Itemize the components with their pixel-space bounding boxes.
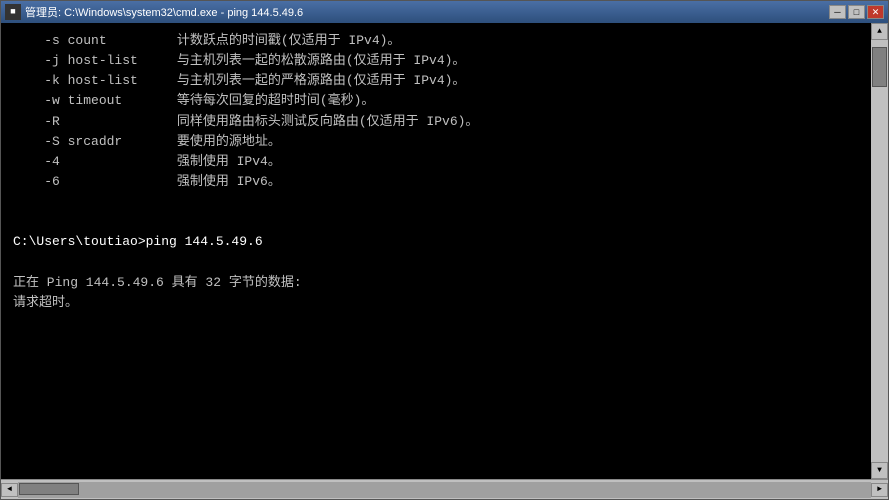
scroll-left-button[interactable]: ◄ (1, 483, 18, 497)
window-title: 管理员: C:\Windows\system32\cmd.exe - ping … (25, 4, 303, 20)
h-scroll-thumb[interactable] (19, 483, 79, 495)
scroll-right-button[interactable]: ► (871, 483, 888, 497)
h-scroll-track[interactable] (18, 482, 871, 498)
cmd-line: -6 强制使用 IPv6。 (13, 172, 859, 192)
title-bar-left: ■ 管理员: C:\Windows\system32\cmd.exe - pin… (5, 4, 303, 20)
cmd-line: -S srcaddr 要使用的源地址。 (13, 132, 859, 152)
scroll-thumb[interactable] (872, 47, 887, 87)
title-bar-buttons: ─ □ ✕ (829, 5, 884, 19)
vertical-scrollbar[interactable]: ▲ ▼ (871, 23, 888, 479)
cmd-line: -R 同样使用路由标头测试反向路由(仅适用于 IPv6)。 (13, 112, 859, 132)
maximize-button[interactable]: □ (848, 5, 865, 19)
cmd-line: -s count 计数跃点的时间戳(仅适用于 IPv4)。 (13, 31, 859, 51)
empty-line (13, 192, 859, 212)
terminal-body: -s count 计数跃点的时间戳(仅适用于 IPv4)。 -j host-li… (1, 23, 888, 479)
close-button[interactable]: ✕ (867, 5, 884, 19)
timeout-line: 请求超时。 (13, 293, 859, 313)
scroll-up-button[interactable]: ▲ (871, 23, 888, 40)
horizontal-scrollbar-bar: ◄ ► (1, 479, 888, 499)
info-line: 正在 Ping 144.5.49.6 具有 32 字节的数据: (13, 273, 859, 293)
cmd-line: -k host-list 与主机列表一起的严格源路由(仅适用于 IPv4)。 (13, 71, 859, 91)
minimize-button[interactable]: ─ (829, 5, 846, 19)
title-bar: ■ 管理员: C:\Windows\system32\cmd.exe - pin… (1, 1, 888, 23)
prompt-line: C:\Users\toutiao>ping 144.5.49.6 (13, 232, 859, 252)
cmd-icon: ■ (5, 4, 21, 20)
cmd-line: -4 强制使用 IPv4。 (13, 152, 859, 172)
empty-line (13, 212, 859, 232)
scroll-down-button[interactable]: ▼ (871, 462, 888, 479)
cmd-line: -j host-list 与主机列表一起的松散源路由(仅适用于 IPv4)。 (13, 51, 859, 71)
cmd-line: -w timeout 等待每次回复的超时时间(毫秒)。 (13, 91, 859, 111)
terminal-content[interactable]: -s count 计数跃点的时间戳(仅适用于 IPv4)。 -j host-li… (1, 23, 871, 479)
cmd-window: ■ 管理员: C:\Windows\system32\cmd.exe - pin… (0, 0, 889, 500)
empty-line (13, 253, 859, 273)
